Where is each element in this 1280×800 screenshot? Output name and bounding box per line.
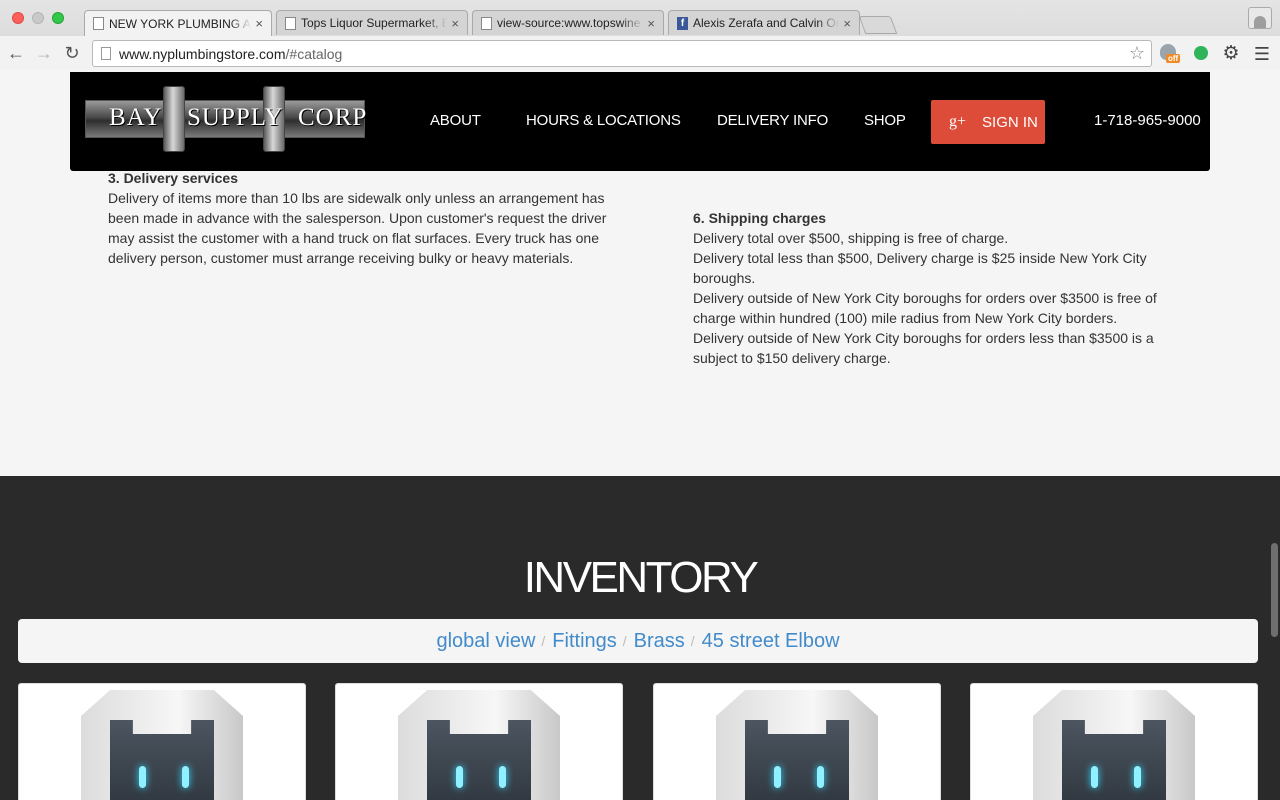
url-path: /#catalog [285,45,343,62]
inventory-section: INVENTORY global view / Fittings / Brass… [0,476,1280,800]
breadcrumb: global view / Fittings / Brass / 45 stre… [18,619,1258,663]
tab-title: view-source:www.topswine [497,16,641,30]
profile-icon[interactable] [1248,7,1272,29]
window-minimize-button[interactable] [32,12,44,24]
breadcrumb-separator: / [541,633,546,649]
browser-tab[interactable]: view-source:www.topswine × [472,10,664,35]
nav-hours-locations[interactable]: HOURS & LOCATIONS [526,112,681,129]
site-header: BAY SUPPLY CORP ABOUT HOURS & LOCATIONS … [70,72,1210,171]
page-scrollbar[interactable] [1271,543,1278,637]
tab-title: NEW YORK PLUMBING AND [109,16,251,31]
logo-word: SUPPLY [187,104,284,131]
page-icon [481,16,492,30]
logo-word: CORP [298,104,368,131]
section-heading: 6. Shipping charges [693,210,827,226]
gear-icon[interactable]: ⚙ [1221,44,1241,64]
address-bar[interactable]: www.nyplumbingstore.com/#catalog ☆ [92,40,1152,67]
new-tab-button[interactable] [858,16,898,34]
browser-toolbar: ← → ↻ www.nyplumbingstore.com/#catalog ☆… [0,36,1280,70]
tab-close-icon[interactable]: × [647,16,655,31]
nav-delivery-info[interactable]: DELIVERY INFO [717,112,828,129]
menu-icon[interactable]: ☰ [1252,44,1272,64]
extension-green-icon[interactable] [1192,44,1212,64]
breadcrumb-brass[interactable]: Brass [634,630,685,653]
phone-number[interactable]: 1-718-965-9000 [1094,112,1201,129]
product-card[interactable] [335,683,623,800]
forward-arrow-icon[interactable]: → [34,42,54,64]
breadcrumb-separator: / [622,633,627,649]
shipping-charges-section: 6. Shipping charges Delivery total over … [693,208,1173,368]
page-viewport: BAY SUPPLY CORP ABOUT HOURS & LOCATIONS … [0,71,1280,800]
logo-word: BAY [109,104,163,131]
breadcrumb-global-view[interactable]: global view [436,630,535,653]
nav-about[interactable]: ABOUT [430,112,481,129]
extension-cat-icon[interactable]: off [1160,44,1181,64]
delivery-services-section: 3. Delivery services Delivery of items m… [108,168,628,268]
product-card[interactable] [970,683,1258,800]
signin-label: SIGN IN [982,113,1038,131]
breadcrumb-45-street-elbow[interactable]: 45 street Elbow [702,630,840,653]
window-zoom-button[interactable] [52,12,64,24]
browser-tab[interactable]: Tops Liquor Supermarket, B × [276,10,468,35]
shipping-line: Delivery total over $500, shipping is fr… [693,230,1009,246]
product-card[interactable] [18,683,306,800]
window-close-button[interactable] [12,12,24,24]
nav-shop[interactable]: SHOP [864,112,906,129]
product-card[interactable] [653,683,941,800]
facebook-icon: f [677,16,688,30]
shipping-line: Delivery outside of New York City boroug… [693,330,1154,366]
reload-icon[interactable]: ↻ [62,42,82,64]
tab-title: Alexis Zerafa and Calvin Or [693,16,840,30]
browser-tab[interactable]: f Alexis Zerafa and Calvin Or × [668,10,860,35]
page-icon [93,17,104,30]
shipping-line: Delivery outside of New York City boroug… [693,290,1157,326]
back-arrow-icon[interactable]: ← [6,42,26,64]
bookmark-star-icon[interactable]: ☆ [1129,43,1145,64]
page-icon [285,16,296,30]
google-signin-button[interactable]: g+ SIGN IN [931,100,1045,144]
tab-title: Tops Liquor Supermarket, B [301,16,448,30]
tab-close-icon[interactable]: × [843,16,851,31]
inventory-title: INVENTORY [523,553,759,602]
bay-supply-corp-logo[interactable]: BAY SUPPLY CORP [85,86,368,154]
breadcrumb-separator: / [690,633,695,649]
google-plus-icon: g+ [949,113,967,130]
browser-chrome: NEW YORK PLUMBING AND × Tops Liquor Supe… [0,0,1280,70]
url-host: www.nyplumbingstore.com [119,45,286,62]
tab-close-icon[interactable]: × [451,16,459,31]
browser-tab-active[interactable]: NEW YORK PLUMBING AND × [84,10,272,36]
breadcrumb-fittings[interactable]: Fittings [552,630,616,653]
page-icon [101,47,111,60]
tab-close-icon[interactable]: × [255,16,263,31]
section-body: Delivery of items more than 10 lbs are s… [108,190,607,266]
shipping-line: Delivery total less than $500, Delivery … [693,250,1147,286]
extension-badge: off [1166,54,1181,63]
section-heading: 3. Delivery services [108,170,238,186]
